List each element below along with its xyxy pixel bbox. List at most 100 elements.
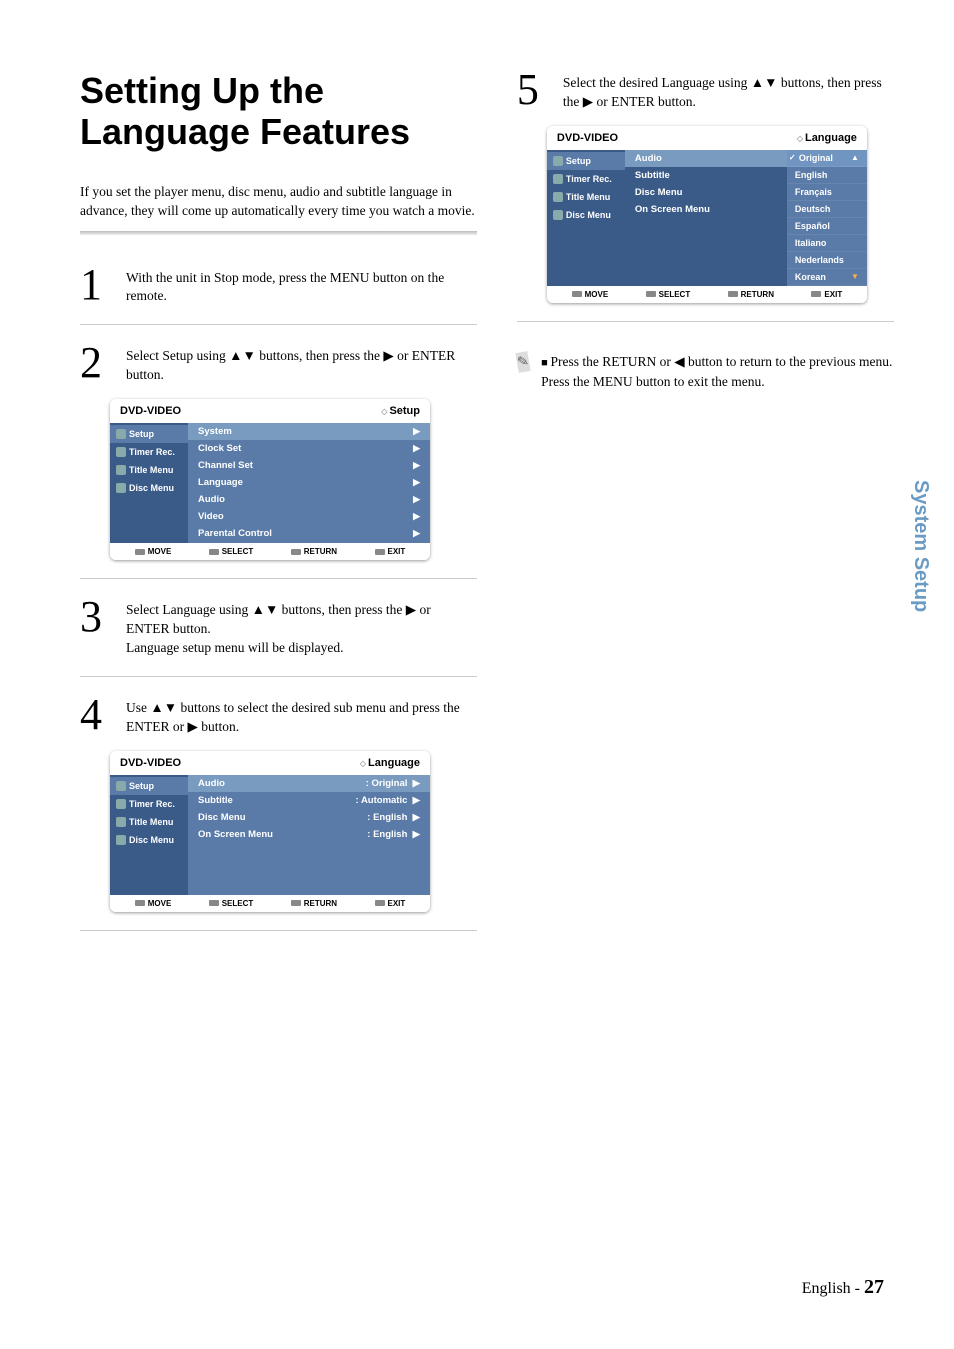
menu-list: Audio Subtitle Disc Menu On Screen Menu xyxy=(625,150,787,286)
step-text: Use ▲▼ buttons to select the desired sub… xyxy=(126,695,477,737)
page-title: Setting Up the Language Features xyxy=(80,70,477,153)
step-number: 1 xyxy=(80,265,108,305)
menu-header-title: DVD-VIDEO xyxy=(120,757,181,769)
note: ✎ Press the RETURN or ◀ button to return… xyxy=(517,352,894,393)
divider xyxy=(80,324,477,325)
step-number: 2 xyxy=(80,343,108,383)
menu-sidebar: Setup Timer Rec. Title Menu Disc Menu xyxy=(110,775,188,895)
gear-icon xyxy=(116,781,126,791)
menu-row: Disc Menu: English ▶ xyxy=(188,809,430,826)
move-icon xyxy=(572,291,582,297)
divider xyxy=(80,676,477,677)
step-text: With the unit in Stop mode, press the ME… xyxy=(126,265,477,307)
gear-icon xyxy=(116,429,126,439)
menu-breadcrumb: Language xyxy=(797,132,857,144)
exit-icon xyxy=(811,291,821,297)
menu-header-title: DVD-VIDEO xyxy=(120,405,181,417)
menu-row: System▶ xyxy=(188,423,430,440)
menu-row: Audio▶ xyxy=(188,491,430,508)
menu-row: Audio xyxy=(625,150,787,167)
step-number: 3 xyxy=(80,597,108,637)
title-icon xyxy=(116,817,126,827)
menu-sidebar: Setup Timer Rec. Title Menu Disc Menu xyxy=(547,150,625,286)
step-number: 5 xyxy=(517,70,545,110)
dropdown-option: Deutsch xyxy=(787,201,867,218)
step-5: 5 Select the desired Language using ▲▼ b… xyxy=(517,70,894,112)
dropdown-option: Korean xyxy=(787,269,867,286)
select-icon xyxy=(209,900,219,906)
menu-screenshot-language: DVD-VIDEO Language Setup Timer Rec. Titl… xyxy=(110,751,430,912)
divider xyxy=(517,321,894,322)
select-icon xyxy=(646,291,656,297)
sidebar-item-timer: Timer Rec. xyxy=(110,795,188,813)
dropdown-option: English xyxy=(787,167,867,184)
exit-icon xyxy=(375,549,385,555)
menu-row: Clock Set▶ xyxy=(188,440,430,457)
title-icon xyxy=(553,192,563,202)
menu-sidebar: Setup Timer Rec. Title Menu Disc Menu xyxy=(110,423,188,543)
divider xyxy=(80,930,477,931)
gear-icon xyxy=(553,156,563,166)
divider xyxy=(80,578,477,579)
step-text: Select the desired Language using ▲▼ but… xyxy=(563,70,894,112)
sidebar-item-setup: Setup xyxy=(110,425,188,443)
sidebar-item-disc: Disc Menu xyxy=(110,479,188,497)
intro-paragraph: If you set the player menu, disc menu, a… xyxy=(80,183,477,221)
language-dropdown: Original English Français Deutsch Españo… xyxy=(787,150,867,286)
sidebar-item-setup: Setup xyxy=(110,777,188,795)
divider xyxy=(80,231,477,235)
sidebar-item-title: Title Menu xyxy=(110,813,188,831)
clock-icon xyxy=(116,799,126,809)
dropdown-option: Italiano xyxy=(787,235,867,252)
menu-row: Subtitle xyxy=(625,167,787,184)
menu-row: Audio: Original ▶ xyxy=(188,775,430,792)
menu-list: System▶ Clock Set▶ Channel Set▶ Language… xyxy=(188,423,430,543)
menu-row: On Screen Menu xyxy=(625,201,787,218)
move-icon xyxy=(135,549,145,555)
select-icon xyxy=(209,549,219,555)
dropdown-option: Nederlands xyxy=(787,252,867,269)
page-footer: English - 27 xyxy=(802,1276,884,1299)
note-icon: ✎ xyxy=(515,351,530,373)
step-1: 1 With the unit in Stop mode, press the … xyxy=(80,265,477,307)
menu-screenshot-language-dropdown: DVD-VIDEO Language Setup Timer Rec. Titl… xyxy=(547,126,867,303)
menu-row: On Screen Menu: English ▶ xyxy=(188,826,430,843)
step-3: 3 Select Language using ▲▼ buttons, then… xyxy=(80,597,477,658)
clock-icon xyxy=(553,174,563,184)
menu-row: Subtitle: Automatic ▶ xyxy=(188,792,430,809)
step-text: Select Language using ▲▼ buttons, then p… xyxy=(126,597,477,658)
sidebar-item-title: Title Menu xyxy=(547,188,625,206)
return-icon xyxy=(291,900,301,906)
menu-row: Video▶ xyxy=(188,508,430,525)
menu-screenshot-setup: DVD-VIDEO Setup Setup Timer Rec. Title M… xyxy=(110,399,430,560)
menu-breadcrumb: Setup xyxy=(381,405,420,417)
menu-row: Disc Menu xyxy=(625,184,787,201)
dropdown-option: Original xyxy=(787,150,867,167)
clock-icon xyxy=(116,447,126,457)
sidebar-item-disc: Disc Menu xyxy=(110,831,188,849)
step-2: 2 Select Setup using ▲▼ buttons, then pr… xyxy=(80,343,477,385)
exit-icon xyxy=(375,900,385,906)
title-icon xyxy=(116,465,126,475)
sidebar-item-title: Title Menu xyxy=(110,461,188,479)
step-4: 4 Use ▲▼ buttons to select the desired s… xyxy=(80,695,477,737)
menu-row: Language▶ xyxy=(188,474,430,491)
menu-footer: MOVE SELECT RETURN EXIT xyxy=(110,543,430,560)
sidebar-item-disc: Disc Menu xyxy=(547,206,625,224)
sidebar-item-setup: Setup xyxy=(547,152,625,170)
menu-footer: MOVE SELECT RETURN EXIT xyxy=(547,286,867,303)
note-text: Press the RETURN or ◀ button to return t… xyxy=(541,352,894,393)
return-icon xyxy=(291,549,301,555)
section-tab: System Setup xyxy=(909,480,932,612)
dropdown-option: Français xyxy=(787,184,867,201)
step-text: Select Setup using ▲▼ buttons, then pres… xyxy=(126,343,477,385)
disc-icon xyxy=(116,483,126,493)
step-number: 4 xyxy=(80,695,108,735)
dropdown-option: Español xyxy=(787,218,867,235)
disc-icon xyxy=(116,835,126,845)
menu-breadcrumb: Language xyxy=(360,757,420,769)
menu-footer: MOVE SELECT RETURN EXIT xyxy=(110,895,430,912)
menu-header-title: DVD-VIDEO xyxy=(557,132,618,144)
return-icon xyxy=(728,291,738,297)
sidebar-item-timer: Timer Rec. xyxy=(547,170,625,188)
